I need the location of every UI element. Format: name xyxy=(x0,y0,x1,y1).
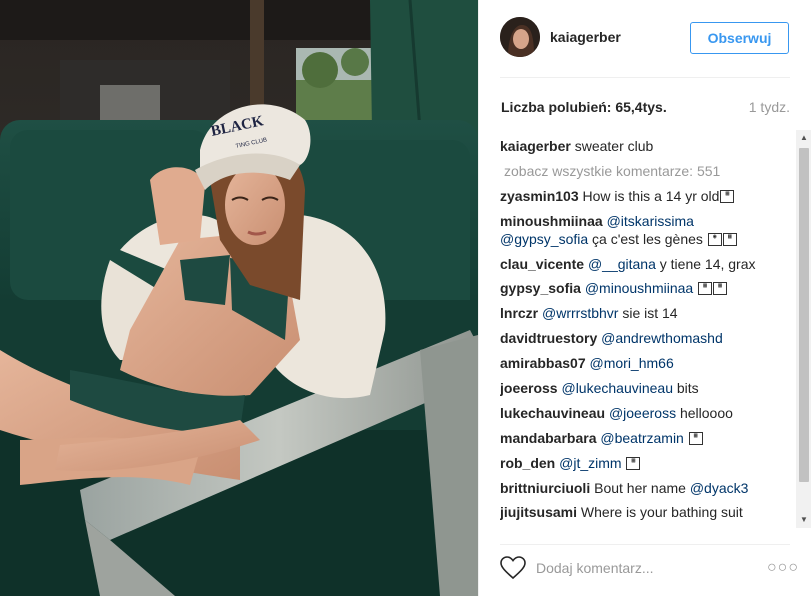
post-timestamp[interactable]: 1 tydz. xyxy=(749,99,790,115)
comment-username[interactable]: jiujitsusami xyxy=(500,504,577,520)
comment-username[interactable]: gypsy_sofia xyxy=(500,280,581,296)
comment-mention[interactable]: @minoushmiinaa xyxy=(585,280,693,296)
avatar[interactable] xyxy=(500,17,540,57)
comments-list[interactable]: kaiagerber sweater club zobacz wszystkie… xyxy=(500,128,776,524)
comment-text: bits xyxy=(676,380,699,397)
comment-username[interactable]: joeeross xyxy=(500,380,558,396)
view-all-comments-link[interactable]: zobacz wszystkie komentarze: 551 xyxy=(500,162,776,180)
comment-mention[interactable]: @lukechauvineau xyxy=(561,380,673,396)
comments-scrollbar[interactable]: ▲ ▼ xyxy=(796,130,811,528)
likes-count[interactable]: Liczba polubień: 65,4tys. xyxy=(501,99,667,115)
emoji-icon: ▦ xyxy=(720,189,735,203)
comment-item: minoushmiinaa @itskarissima @gypsy_sofia… xyxy=(500,212,776,248)
comment-item: gypsy_sofia @minoushmiinaa ▦ ▦ xyxy=(500,279,776,297)
comment-item: joeeross @lukechauvineau bits xyxy=(500,379,776,397)
post-photo[interactable]: BLACK TING CLUB xyxy=(0,0,478,596)
likes-row: Liczba polubień: 65,4tys. 1 tydz. xyxy=(500,99,790,119)
comment-mention[interactable]: @gypsy_sofia xyxy=(500,231,588,247)
scrollbar-thumb[interactable] xyxy=(799,148,809,482)
post-image: BLACK TING CLUB xyxy=(0,0,478,596)
comment-mention[interactable]: @dyack3 xyxy=(690,480,749,496)
caption-username[interactable]: kaiagerber xyxy=(500,138,571,154)
post-header: kaiagerber Obserwuj xyxy=(479,0,811,78)
comment-username[interactable]: lukechauvineau xyxy=(500,405,605,421)
post-details-panel: kaiagerber Obserwuj Liczba polubień: 65,… xyxy=(478,0,811,596)
comment-username[interactable]: rob_den xyxy=(500,455,555,471)
comment-item: jiujitsusami Where is your bathing suit … xyxy=(500,503,776,524)
comment-mention[interactable]: @__gitana xyxy=(588,256,656,272)
comment-item: amirabbas07 @mori_hm66 xyxy=(500,354,776,372)
divider xyxy=(500,77,790,78)
comment-item: clau_vicente @__gitana y tiene 14, grax xyxy=(500,255,776,273)
comment-mention[interactable]: @jt_zimm xyxy=(559,455,621,471)
caption-text: sweater club xyxy=(574,138,654,154)
comment-item: davidtruestory @andrewthomashd xyxy=(500,329,776,347)
comment-username[interactable]: lnrczr xyxy=(500,305,538,321)
comment-text: ça c'est les gènes xyxy=(592,230,703,247)
heart-icon[interactable] xyxy=(500,556,526,580)
comment-username[interactable]: zyasmin103 xyxy=(500,188,579,204)
comment-username[interactable]: clau_vicente xyxy=(500,256,584,272)
comment-item: rob_den @jt_zimm ▦ xyxy=(500,454,776,472)
comment-item: lukechauvineau @joeeross helloooo xyxy=(500,404,776,422)
comment-item: zyasmin103 How is this a 14 yr old ▦ xyxy=(500,187,776,205)
follow-button[interactable]: Obserwuj xyxy=(690,22,789,54)
post-modal: BLACK TING CLUB kaiagerber Obserwuj Licz… xyxy=(0,0,811,596)
username[interactable]: kaiagerber xyxy=(550,29,621,45)
comment-username[interactable]: davidtruestory xyxy=(500,330,597,346)
comment-username[interactable]: minoushmiinaa xyxy=(500,213,603,229)
emoji-icon: ▦ xyxy=(722,232,737,246)
comment-mention[interactable]: @itskarissima xyxy=(607,213,694,229)
comment-username[interactable]: amirabbas07 xyxy=(500,355,586,371)
comment-mention[interactable]: @beatrzamin xyxy=(600,430,683,446)
comment-mention[interactable]: @joeeross xyxy=(609,405,676,421)
comment-text: sie ist 14 xyxy=(622,305,678,322)
comment-item: lnrczr @wrrrstbhvr sie ist 14 xyxy=(500,304,776,322)
caption: kaiagerber sweater club xyxy=(500,137,776,155)
comment-username[interactable]: mandabarbara xyxy=(500,430,596,446)
scroll-down-arrow-icon[interactable]: ▼ xyxy=(796,512,811,528)
emoji-icon: ▦ xyxy=(713,282,728,296)
more-options-icon[interactable]: ○○○ xyxy=(767,558,798,578)
comment-username[interactable]: brittniurciuoli xyxy=(500,480,590,496)
comment-text: Bout her name xyxy=(594,479,686,496)
emoji-icon: ▦ xyxy=(626,456,641,470)
comment-text: How is this a 14 yr old xyxy=(582,187,720,204)
comment-mention[interactable]: @mori_hm66 xyxy=(590,355,674,371)
emoji-icon: ▦ xyxy=(698,282,713,296)
comment-text: helloooo xyxy=(679,404,733,421)
comment-mention[interactable]: @andrewthomashd xyxy=(601,330,723,346)
comment-item: brittniurciuoli Bout her name @dyack3 xyxy=(500,479,776,497)
avatar-image xyxy=(500,17,540,57)
comment-text: y tiene 14, grax xyxy=(659,255,756,272)
comment-item: mandabarbara @beatrzamin ▦ xyxy=(500,429,776,447)
camera-emoji-icon: ◉ xyxy=(707,232,722,246)
post-footer: ○○○ xyxy=(479,545,811,596)
scroll-up-arrow-icon[interactable]: ▲ xyxy=(796,130,811,146)
emoji-icon: ▦ xyxy=(688,431,703,445)
comment-mention[interactable]: @wrrrstbhvr xyxy=(542,305,618,321)
add-comment-input[interactable] xyxy=(536,555,746,581)
